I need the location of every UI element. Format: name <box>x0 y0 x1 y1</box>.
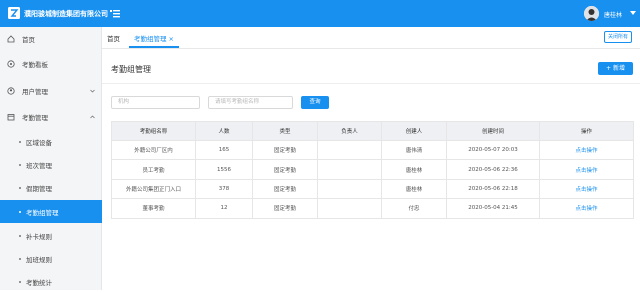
close-icon[interactable]: × <box>169 35 174 43</box>
table-cell: 付忠 <box>381 198 447 219</box>
operate-link[interactable]: 点击操作 <box>539 178 634 200</box>
sidebar-item-attendance-groups[interactable]: 考勤组管理 <box>0 200 102 223</box>
column-header[interactable]: 创建时间 <box>446 121 540 141</box>
top-bar: 濮阳骏城制造集团有限公司 唐桂林 <box>0 0 640 27</box>
chevron-down-icon <box>90 89 95 92</box>
sidebar-item-holidays[interactable]: 假期管理 <box>0 176 102 199</box>
table-cell: 2020-05-06 22:18 <box>446 178 540 200</box>
sidebar-item-label: 考勤看板 <box>22 60 48 69</box>
user-icon <box>7 86 15 95</box>
column-header[interactable]: 创建人 <box>381 121 447 141</box>
close-all-button[interactable]: 关闭所有 <box>604 31 633 43</box>
column-header[interactable]: 负责人 <box>317 121 382 141</box>
column-header[interactable]: 考勤组名称 <box>111 121 196 141</box>
column-header[interactable]: 操作 <box>539 121 634 141</box>
username[interactable]: 唐桂林 <box>604 10 622 19</box>
table-cell: 外籍公司厂区内 <box>111 139 196 161</box>
group-name-input[interactable]: 请填写考勤组名称 <box>208 96 293 109</box>
active-tab-indicator <box>129 46 179 48</box>
sidebar-item-label: 班次管理 <box>26 161 52 170</box>
table-cell: 唐桂林 <box>381 159 447 180</box>
sidebar-item-label: 考勤管理 <box>22 113 48 122</box>
table-cell: 2020-05-06 22:36 <box>446 159 540 180</box>
sidebar-item-home[interactable]: 首页 <box>0 27 102 50</box>
sidebar-item-label: 首页 <box>22 35 35 44</box>
page-title: 考勤组管理 <box>111 65 151 74</box>
attendance-group-table: 考勤组名称 人数 类型 负责人 创建人 创建时间 操作 外籍公司厂区内 165 … <box>111 121 634 219</box>
bullet-icon <box>19 163 21 166</box>
table-cell: 固定考勤 <box>252 178 318 200</box>
sidebar: 首页 考勤看板 用户管理 考勤管理 区域设备 班次管理 假期管理 考勤组管理 补… <box>0 27 102 290</box>
table-cell: 员工考勤 <box>111 159 196 180</box>
bullet-icon <box>19 140 21 143</box>
bullet-icon <box>19 280 21 283</box>
dashboard-icon <box>7 59 15 68</box>
sidebar-item-shifts[interactable]: 班次管理 <box>0 153 102 176</box>
avatar-image <box>584 6 599 21</box>
sidebar-item-users[interactable]: 用户管理 <box>0 79 102 102</box>
table-cell: 1556 <box>195 159 253 180</box>
tab-bar: 首页 考勤组管理 × 关闭所有 <box>102 27 640 49</box>
chevron-up-icon <box>90 115 95 118</box>
table-cell: 董事考勤 <box>111 198 196 219</box>
divider <box>102 83 640 84</box>
home-icon <box>7 34 15 42</box>
table-cell: 2020-05-04 21:45 <box>446 198 540 219</box>
sidebar-item-label: 考勤组管理 <box>26 208 59 217</box>
tab-attendance-groups[interactable]: 考勤组管理 × <box>134 33 174 43</box>
table-cell: 固定考勤 <box>252 198 318 219</box>
sidebar-item-attendance[interactable]: 考勤管理 <box>0 105 102 128</box>
calendar-icon <box>7 113 15 120</box>
add-button[interactable]: + 新增 <box>598 62 633 75</box>
column-header[interactable]: 类型 <box>252 121 318 141</box>
sidebar-item-label: 补卡规则 <box>26 232 52 241</box>
table-cell: 165 <box>195 139 253 161</box>
table-cell: 12 <box>195 198 253 219</box>
table-row: 外籍公司厂区内 165 固定考勤 唐伟清 2020-05-07 20:03 点击… <box>111 139 634 161</box>
sidebar-item-card-rules[interactable]: 补卡规则 <box>0 224 102 247</box>
table-cell: 固定考勤 <box>252 139 318 161</box>
sidebar-item-label: 考勤统计 <box>26 278 52 287</box>
column-header[interactable]: 人数 <box>195 121 253 141</box>
bullet-icon <box>19 186 21 189</box>
query-button[interactable]: 查询 <box>301 96 329 109</box>
chevron-down-icon[interactable] <box>630 11 636 15</box>
table-cell: 唐伟清 <box>381 139 447 161</box>
sidebar-item-dashboard[interactable]: 考勤看板 <box>0 52 102 75</box>
table-cell: 唐桂林 <box>381 178 447 200</box>
table-cell: 外籍公司集团正门入口 <box>111 178 196 200</box>
bullet-icon <box>19 210 21 213</box>
logo-icon <box>8 7 20 19</box>
table-row: 董事考勤 12 固定考勤 付忠 2020-05-04 21:45 点击操作 <box>111 198 634 219</box>
table-cell: 2020-05-07 20:03 <box>446 139 540 161</box>
table-cell: 固定考勤 <box>252 159 318 180</box>
sidebar-item-overtime-rules[interactable]: 加班规则 <box>0 247 102 270</box>
operate-link[interactable]: 点击操作 <box>539 139 634 161</box>
table-cell <box>317 139 382 161</box>
sidebar-item-label: 用户管理 <box>22 87 48 96</box>
org-input[interactable]: 机构 <box>111 96 200 109</box>
table-cell <box>317 159 382 180</box>
avatar[interactable] <box>584 6 599 21</box>
collapse-menu-icon[interactable] <box>110 9 120 18</box>
table-cell <box>317 178 382 200</box>
table-header-row: 考勤组名称 人数 类型 负责人 创建人 创建时间 操作 <box>111 121 634 141</box>
sidebar-item-label: 假期管理 <box>26 184 52 193</box>
tab-label: 考勤组管理 <box>134 35 167 43</box>
company-name: 濮阳骏城制造集团有限公司 <box>24 10 108 18</box>
table-row: 外籍公司集团正门入口 378 固定考勤 唐桂林 2020-05-06 22:18… <box>111 178 634 200</box>
bullet-icon <box>19 234 21 237</box>
table-cell <box>317 198 382 219</box>
sidebar-item-area-devices[interactable]: 区域设备 <box>0 130 102 153</box>
table-row: 员工考勤 1556 固定考勤 唐桂林 2020-05-06 22:36 点击操作 <box>111 159 634 180</box>
operate-link[interactable]: 点击操作 <box>539 159 634 180</box>
sidebar-item-label: 加班规则 <box>26 255 52 264</box>
tab-home[interactable]: 首页 <box>107 33 120 43</box>
sidebar-item-label: 区域设备 <box>26 138 52 147</box>
operate-link[interactable]: 点击操作 <box>539 198 634 219</box>
table-cell: 378 <box>195 178 253 200</box>
bullet-icon <box>19 257 21 260</box>
